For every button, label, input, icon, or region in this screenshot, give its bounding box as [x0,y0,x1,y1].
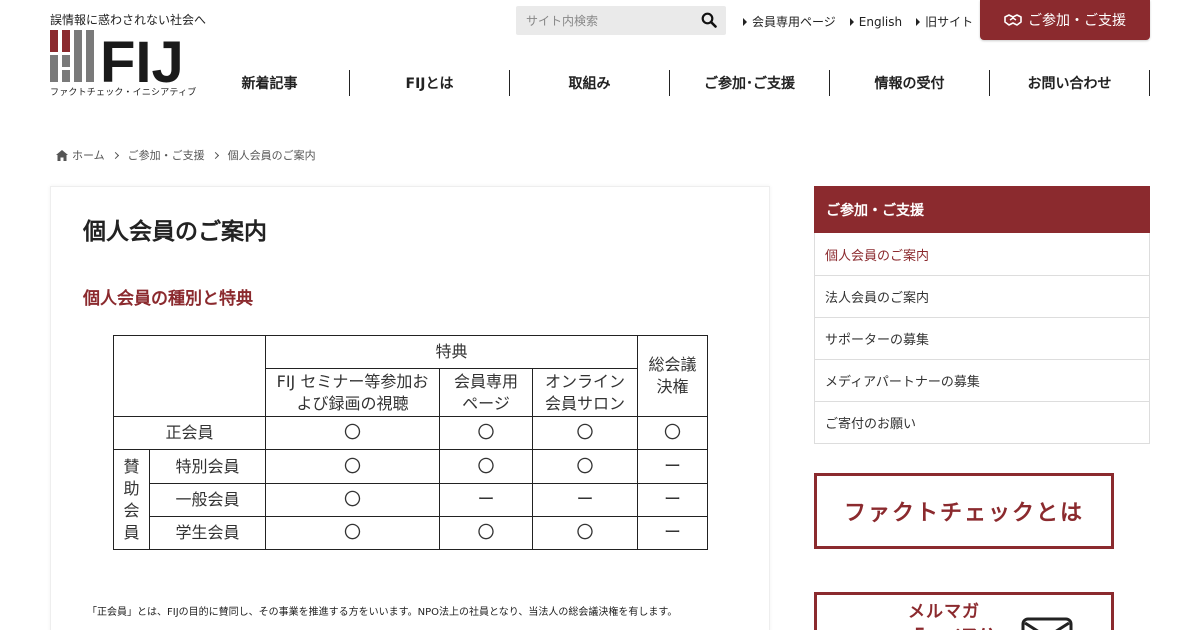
main-content: 個人会員のご案内 個人会員の種別と特典 特典 総会議決権 FIJ セミナー等参加… [50,186,770,630]
table-cell: 〇 [532,416,638,450]
old-site-link[interactable]: 旧サイト [916,13,973,30]
row-label: 学生会員 [149,516,266,550]
table-cell: 〇 [265,516,440,550]
table-cell: 〇 [265,449,440,484]
table-cell: 〇 [532,516,638,550]
row-label: 一般会員 [149,483,266,517]
sidebar-heading: ご参加・ご支援 [814,186,1150,233]
site-tagline: 誤情報に惑わされない社会へ [50,13,207,27]
factcheck-banner[interactable]: ファクトチェックとは [814,473,1114,549]
benefits-header: 特典 [265,335,638,369]
online-salon-header: オンライン会員サロン [532,368,638,417]
table-row: 学生会員 〇 〇 〇 ー [114,516,708,550]
english-link[interactable]: English [849,13,902,30]
nav-about[interactable]: FIJとは [350,70,510,96]
handshake-icon [1004,14,1022,26]
sidebar-item-supporters[interactable]: サポーターの募集 [815,317,1149,359]
newsletter-banner[interactable]: メルマガ 「FIJ通信」 [814,592,1114,630]
breadcrumb-current: 個人会員のご案内 [227,149,316,162]
member-page-header: 会員専用ページ [439,368,533,417]
section-title: 個人会員の種別と特典 [83,289,253,309]
table-cell: ー [439,483,533,517]
caret-right-icon [743,17,747,26]
mail-icon [1021,617,1073,630]
table-cell: ー [532,483,638,517]
table-cell: 〇 [439,449,533,484]
row-label: 正会員 [113,416,266,450]
main-nav: 新着記事 FIJとは 取組み ご参加･ご支援 情報の受付 お問い合わせ [190,70,1150,96]
table-cell: ー [637,449,708,484]
table-cell: ー [637,516,708,550]
nav-news[interactable]: 新着記事 [190,70,350,96]
table-corner-cell [113,335,266,417]
voting-rights-header: 総会議決権 [637,335,708,417]
site-search [516,6,726,35]
supporting-member-group: 賛助会員 [113,449,150,550]
row-label: 特別会員 [149,449,266,484]
sidebar-menu: 個人会員のご案内 法人会員のご案内 サポーターの募集 メディアパートナーの募集 … [814,233,1150,444]
chevron-right-icon [211,151,219,159]
chevron-right-icon [111,151,119,159]
page-title: 個人会員のご案内 [83,219,267,245]
nav-activities[interactable]: 取組み [510,70,670,96]
regular-member-note: 「正会員」とは、FIJの目的に賛同し、その事業を推進する方をいいます。NPO法上… [87,607,678,618]
table-row: 一般会員 〇 ー ー ー [114,483,708,517]
table-cell: 〇 [637,416,708,450]
table-cell: 〇 [265,416,440,450]
search-input[interactable] [516,6,696,35]
table-row: 正会員 〇 〇 〇 〇 [113,416,708,450]
table-cell: ー [637,483,708,517]
search-icon[interactable] [701,12,717,28]
top-links: 会員専用ページ English 旧サイト [743,13,973,30]
sidebar-item-individual-membership[interactable]: 個人会員のご案内 [815,233,1149,275]
breadcrumb-join-support[interactable]: ご参加・ご支援 [128,147,205,163]
sidebar-item-corporate-membership[interactable]: 法人会員のご案内 [815,275,1149,317]
table-cell: 〇 [265,483,440,517]
sidebar-item-media-partners[interactable]: メディアパートナーの募集 [815,359,1149,401]
table-row: 賛助会員 特別会員 〇 〇 〇 ー [113,449,708,550]
logo-subtitle: ファクトチェック・イニシアティブ [50,88,197,98]
sidebar-item-donation[interactable]: ご寄付のお願い [815,401,1149,443]
caret-right-icon [916,17,921,26]
breadcrumb-home[interactable]: ホーム [72,147,105,163]
nav-join-support[interactable]: ご参加･ご支援 [670,70,830,96]
nav-info-submission[interactable]: 情報の受付 [830,70,990,96]
breadcrumb: ホーム ご参加・ご支援 個人会員のご案内 [56,147,316,163]
membership-benefits-table: 特典 総会議決権 FIJ セミナー等参加および録画の視聴 会員専用ページ オンラ… [113,335,708,550]
nav-contact[interactable]: お問い合わせ [990,70,1150,96]
member-page-link[interactable]: 会員専用ページ [743,13,836,30]
caret-right-icon [849,17,854,26]
join-support-button[interactable]: ご参加・ご支援 [980,0,1150,40]
home-icon [56,149,68,161]
seminar-header: FIJ セミナー等参加および録画の視聴 [265,368,440,417]
table-cell: 〇 [439,416,533,450]
table-cell: 〇 [439,516,533,550]
table-cell: 〇 [532,449,638,484]
